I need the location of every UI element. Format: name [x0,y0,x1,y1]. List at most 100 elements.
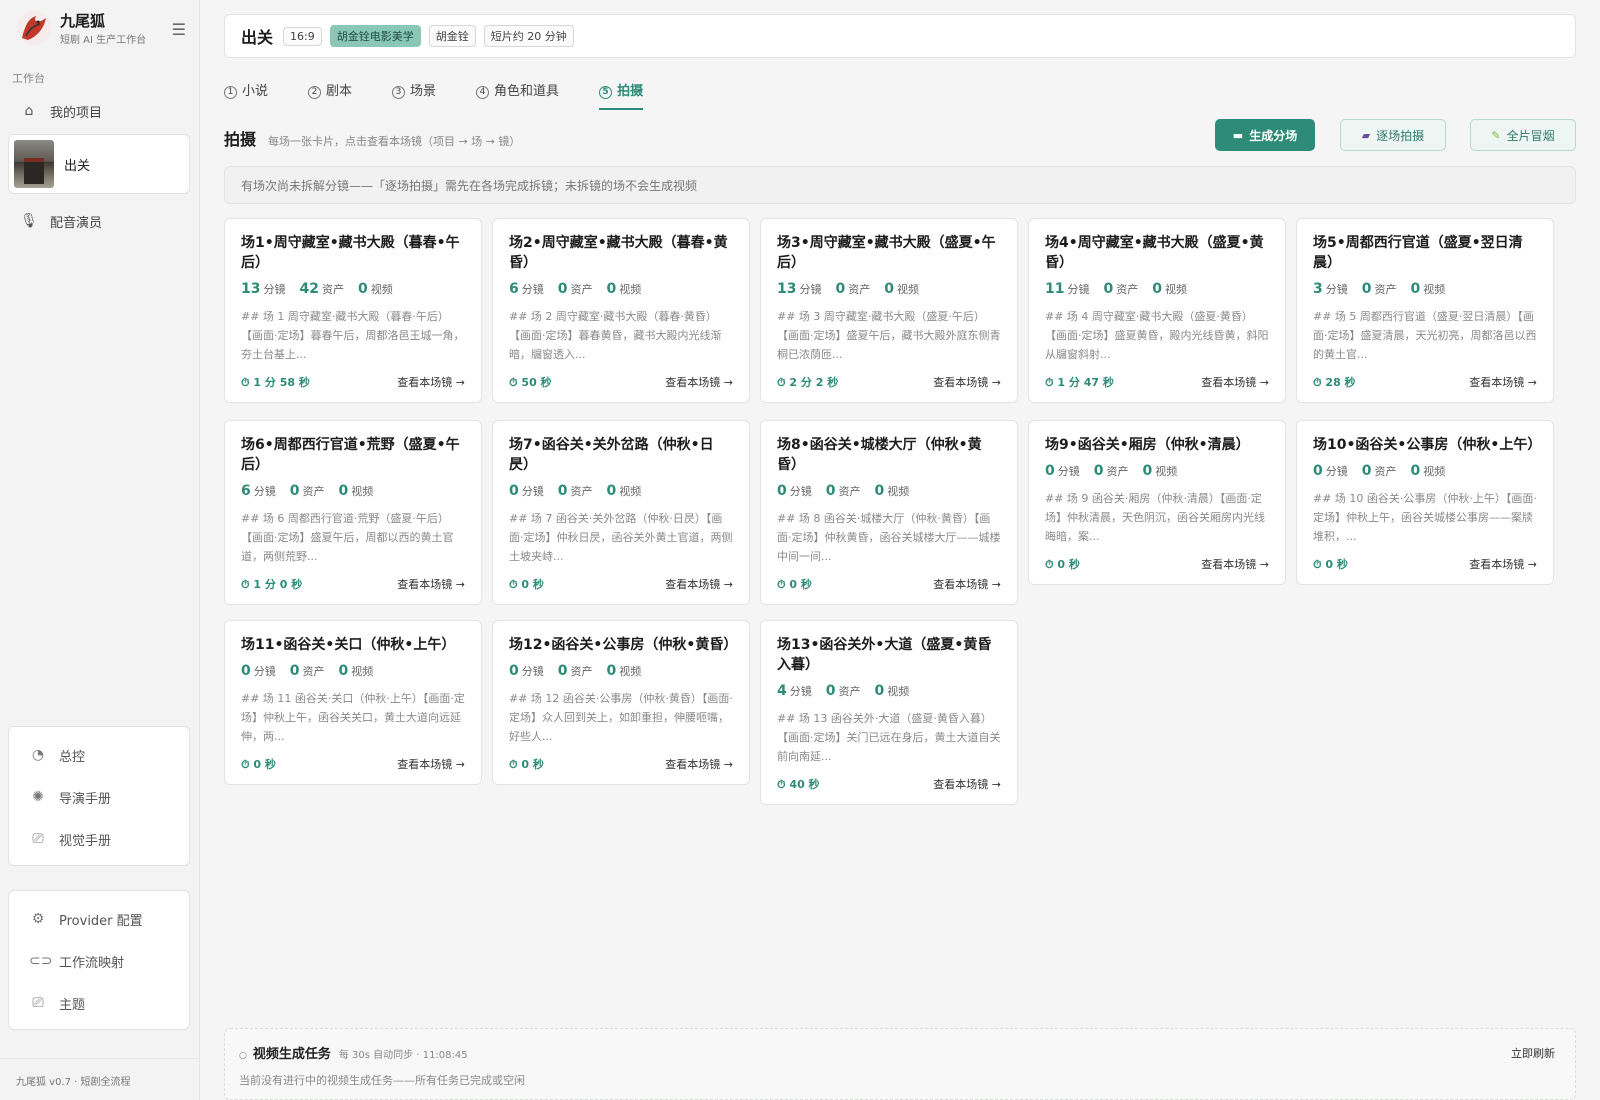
tab-shooting[interactable]: 5 拍摄 [599,80,644,110]
scene-card[interactable]: 场10•函谷关•公事房（仲秋•上午） 0 分镜 0 资产 0 视频 ## 场 10 函谷关·公… [1296,420,1554,585]
assets-label: 资产 [321,283,344,296]
assets-label: 资产 [302,665,325,678]
gauge-icon: ◔ [31,747,45,763]
view-scene-shots-link[interactable]: 查看本场镜 → [397,374,465,390]
scene-card[interactable]: 场11•函谷关•关口（仲秋•上午） 0 分镜 0 资产 0 视频 ## 场 11 函谷关·关口… [224,620,482,785]
videos-count: 0 视频 [607,663,642,679]
videos-value: 0 [338,663,349,679]
generate-scenes-button[interactable]: ▬ 生成分场 [1215,119,1315,151]
assets-value: 0 [557,281,568,297]
scene-stats: 0 分镜 0 资产 0 视频 [1045,463,1269,479]
tab-scenes-label: 场景 [410,84,437,99]
shots-label: 分镜 [253,665,276,678]
style-tag: 胡金铨电影美学 [329,25,421,47]
videos-label: 视频 [1423,283,1446,296]
tab-script-label: 剧本 [326,84,353,99]
nav-master-control[interactable]: ◔ 总控 [9,734,189,776]
view-scene-shots-link[interactable]: 查看本场镜 → [397,756,465,772]
nav-my-projects[interactable]: ⌂ 我的项目 [10,94,190,128]
assets-value: 0 [557,483,568,499]
videos-label: 视频 [351,665,374,678]
view-scene-shots-link[interactable]: 查看本场镜 → [665,756,733,772]
view-scene-shots-link[interactable]: 查看本场镜 → [1201,374,1269,390]
menu-toggle-icon[interactable]: ☰ [172,20,186,39]
videos-count: 0 视频 [339,483,374,499]
fox-logo-icon [17,11,51,45]
scene-footer: ⏱ 0 秒 查看本场镜 → [509,756,733,772]
videos-label: 视频 [370,283,393,296]
scene-card[interactable]: 场13•函谷关外•大道（盛夏•黄昏入暮） 4 分镜 0 资产 0 视频 ## 场 13 函谷关… [760,620,1018,805]
nav-workflow-mapping-label: 工作流映射 [59,955,125,971]
view-scene-shots-link[interactable]: 查看本场镜 → [665,374,733,390]
nav-provider-config[interactable]: ⚙ Provider 配置 [9,898,189,940]
tab-scenes[interactable]: 3 场景 [392,80,436,110]
shots-count: 0 分镜 [241,663,276,679]
videos-value: 0 [338,483,349,499]
nav-workflow-mapping[interactable]: ⊂⊃ 工作流映射 [9,940,189,982]
assets-value: 0 [825,483,836,499]
shots-value: 0 [509,663,519,679]
view-scene-shots-link[interactable]: 查看本场镜 → [1469,374,1537,390]
scene-card[interactable]: 场1•周守藏室•藏书大殿（暮春•午后） 13 分镜 42 资产 0 视频 ## 场 1 周守藏… [224,218,482,403]
nav-theme[interactable]: ⎚ 主题 [9,982,189,1024]
project-card-active[interactable]: 出关 [8,134,190,194]
scene-card[interactable]: 场12•函谷关•公事房（仲秋•黄昏） 0 分镜 0 资产 0 视频 ## 场 12 函谷关·公… [492,620,750,785]
tab-script[interactable]: 2 剧本 [308,80,352,110]
tab-novel[interactable]: 1 小说 [224,80,268,110]
scene-card[interactable]: 场6•周都西行官道•荒野（盛夏•午后） 6 分镜 0 资产 0 视频 ## 场 6 周都西行官… [224,420,482,605]
scene-card[interactable]: 场9•函谷关•厢房（仲秋•清晨） 0 分镜 0 资产 0 视频 ## 场 9 函谷关·厢房（仲… [1028,420,1286,585]
assets-label: 资产 [838,685,861,698]
videos-value: 0 [606,663,617,679]
view-scene-shots-link[interactable]: 查看本场镜 → [933,374,1001,390]
scene-card[interactable]: 场2•周守藏室•藏书大殿（暮春•黄昏） 6 分镜 0 资产 0 视频 ## 场 2 周守藏室·… [492,218,750,403]
palette-icon: ⎚ [32,831,44,847]
scene-stats: 13 分镜 0 资产 0 视频 [777,281,1001,297]
sync-status: 每 30s 自动同步 · 11:08:45 [338,1050,468,1061]
view-scene-shots-link[interactable]: 查看本场镜 → [933,776,1001,792]
scene-description: ## 场 12 函谷关·公事房（仲秋·黄昏）【画面·定场】众人回到关上，如卸重担… [509,692,733,743]
nav-director-manual[interactable]: ✺ 导演手册 [9,776,189,818]
assets-count: 0 资产 [1094,463,1129,479]
videos-label: 视频 [619,283,642,296]
sparkle-icon: ✺ [32,789,44,805]
shots-count: 4 分镜 [777,683,812,699]
assets-count: 0 资产 [558,483,593,499]
brand-name: 九尾狐 [60,12,106,30]
duration-value: 0 秒 [1057,558,1080,571]
nav-visual-manual[interactable]: ⎚ 视觉手册 [9,818,189,860]
scene-card[interactable]: 场8•函谷关•城楼大厅（仲秋•黄昏） 0 分镜 0 资产 0 视频 ## 场 8 函谷关·城楼… [760,420,1018,605]
scene-description: ## 场 6 周都西行官道·荒野（盛夏·午后）【画面·定场】盛夏午后，周都以西的… [241,512,454,563]
tasks-title: 视频生成任务 [252,1047,331,1062]
scene-title: 场9•函谷关•厢房（仲秋•清晨） [1045,437,1250,453]
nav-voice-actors[interactable]: 🎙︎ 配音演员 [10,204,190,238]
clapperboard-icon: ▰ [1361,128,1371,142]
aspect-ratio-tag: 16:9 [283,26,322,46]
view-scene-shots-link[interactable]: 查看本场镜 → [397,576,465,592]
view-scene-shots-link[interactable]: 查看本场镜 → [1201,556,1269,572]
shots-count: 0 分镜 [1045,463,1080,479]
scene-card[interactable]: 场4•周守藏室•藏书大殿（盛夏•黄昏） 11 分镜 0 资产 0 视频 ## 场 4 周守藏室… [1028,218,1286,403]
view-scene-shots-link[interactable]: 查看本场镜 → [665,576,733,592]
assets-value: 0 [289,663,300,679]
tab-characters-props[interactable]: 4 角色和道具 [476,80,559,110]
shots-label: 分镜 [1057,465,1080,478]
per-scene-shoot-button[interactable]: ▰ 逐场拍摄 [1340,119,1446,151]
scene-card[interactable]: 场5•周都西行官道（盛夏•翌日清晨） 3 分镜 0 资产 0 视频 ## 场 5 周都西行官道… [1296,218,1554,403]
shots-count: 13 分镜 [241,281,285,297]
scene-card[interactable]: 场3•周守藏室•藏书大殿（盛夏•午后） 13 分镜 0 资产 0 视频 ## 场 3 周守藏室… [760,218,1018,403]
status-dot-icon: ○ [239,1051,247,1061]
assets-label: 资产 [848,283,871,296]
videos-value: 0 [1410,281,1421,297]
view-scene-shots-link[interactable]: 查看本场镜 → [1469,556,1537,572]
full-smoke-test-button[interactable]: ✎ 全片冒烟 [1470,119,1576,151]
scene-card[interactable]: 场7•函谷关•关外岔路（仲秋•日昃） 0 分镜 0 资产 0 视频 ## 场 7 函谷关·关外… [492,420,750,605]
generate-scenes-label: 生成分场 [1249,128,1298,143]
shots-count: 11 分镜 [1045,281,1089,297]
view-scene-shots-link[interactable]: 查看本场镜 → [933,576,1001,592]
scene-stats: 0 分镜 0 资产 0 视频 [509,663,733,679]
videos-label: 视频 [619,665,642,678]
scene-footer: ⏱ 0 秒 查看本场镜 → [1313,556,1537,572]
refresh-now-button[interactable]: 立即刷新 [1511,1045,1555,1061]
shots-value: 4 [777,683,787,699]
assets-count: 0 资产 [558,281,593,297]
